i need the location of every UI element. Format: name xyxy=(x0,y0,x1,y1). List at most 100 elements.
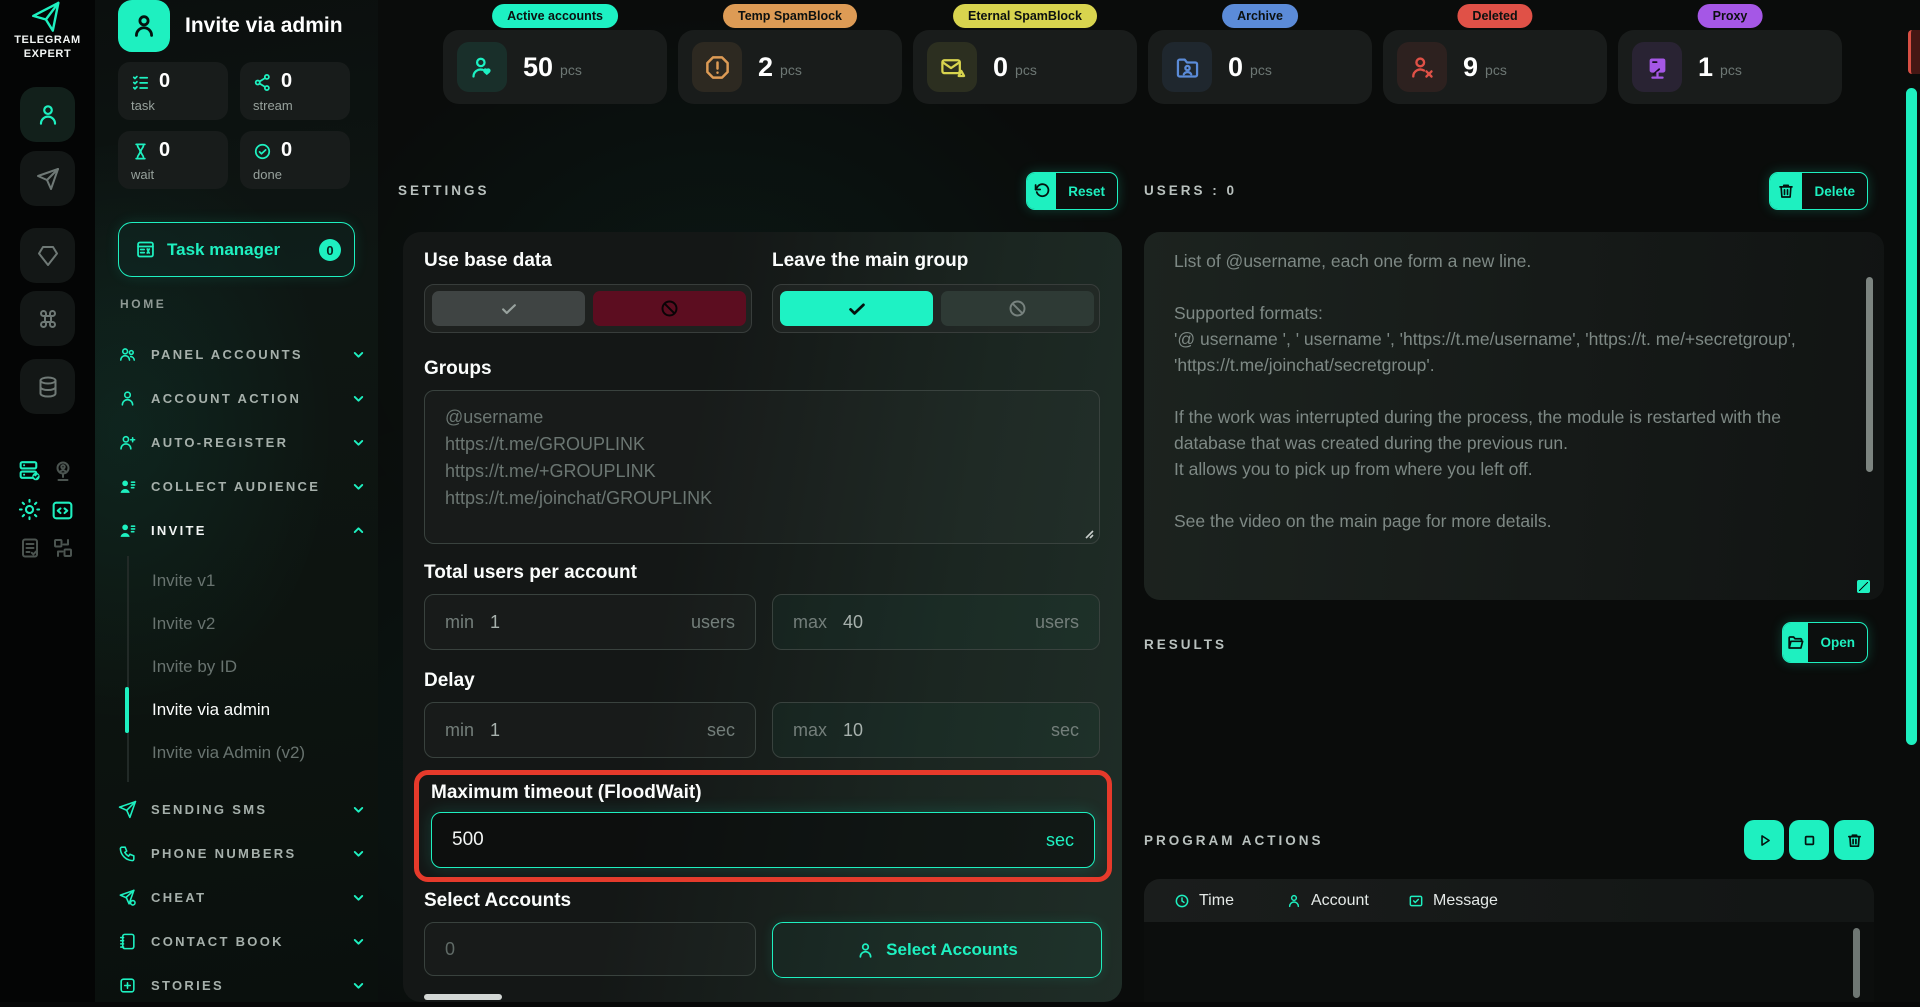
user-list-icon xyxy=(118,477,137,496)
use-base-data-toggle xyxy=(424,284,752,333)
delay-min-value: 1 xyxy=(490,719,501,740)
sidebar-item-contact-book[interactable]: CONTACT BOOK xyxy=(118,919,368,963)
chevron-down-icon xyxy=(351,890,366,905)
sidebar-subitem-invite-v1[interactable]: Invite v1 xyxy=(152,559,352,603)
gear-icon[interactable] xyxy=(17,497,42,522)
user-camera-icon[interactable] xyxy=(51,459,75,483)
stat-value: 9 xyxy=(1463,51,1479,82)
check-icon xyxy=(499,299,519,319)
chevron-down-icon xyxy=(351,347,366,362)
mail-warning-icon xyxy=(927,42,977,92)
leave-main-group-toggle xyxy=(772,284,1100,333)
program-actions-table: Time Account Message xyxy=(1144,879,1874,1002)
select-accounts-label: Select Accounts xyxy=(424,890,572,911)
stop-button[interactable] xyxy=(1789,820,1829,860)
sidebar-item-phone-numbers[interactable]: PHONE NUMBERS xyxy=(118,831,368,875)
sidebar-subitem-invite-v2[interactable]: Invite v2 xyxy=(152,602,352,646)
server-check-icon[interactable] xyxy=(17,458,42,483)
open-label: Open xyxy=(1820,635,1855,650)
proxy-icon xyxy=(1632,42,1682,92)
total-users-min-input[interactable]: min 1 users xyxy=(424,594,756,650)
counter-value: 0 xyxy=(159,70,171,92)
select-accounts-button[interactable]: Select Accounts xyxy=(772,922,1102,978)
counter-task: 0 task xyxy=(118,62,228,120)
sidebar-item-sending-sms[interactable]: SENDING SMS xyxy=(118,787,368,831)
chevron-down-icon xyxy=(351,846,366,861)
user-icon xyxy=(1286,893,1302,909)
use-base-data-yes[interactable] xyxy=(432,291,585,326)
play-button[interactable] xyxy=(1744,820,1784,860)
groups-textarea[interactable]: @username https://t.me/GROUPLINK https:/… xyxy=(424,390,1100,544)
window-scrollbar-thumb[interactable] xyxy=(1906,88,1917,745)
rail-premium-button[interactable] xyxy=(20,228,75,283)
clock-icon xyxy=(1174,893,1190,909)
sidebar-subitem-invite-via-admin[interactable]: Invite via admin xyxy=(152,688,352,732)
groups-label: Groups xyxy=(424,358,492,379)
users-section-title: USERS : 0 xyxy=(1144,183,1238,198)
delay-max-input[interactable]: max 10 sec xyxy=(772,702,1100,758)
open-button[interactable]: Open xyxy=(1782,622,1868,663)
resize-handle-icon[interactable] xyxy=(1082,527,1094,539)
chevron-down-icon xyxy=(351,391,366,406)
rail-accounts-button[interactable] xyxy=(20,87,75,142)
rail-database-button[interactable] xyxy=(20,359,75,414)
users-placeholder-line: Supported formats: xyxy=(1174,303,1323,323)
total-users-max-input[interactable]: max 40 users xyxy=(772,594,1100,650)
sidebar-item-collect-audience[interactable]: COLLECT AUDIENCE xyxy=(118,464,368,508)
delay-min-input[interactable]: min 1 sec xyxy=(424,702,756,758)
users-placeholder-line xyxy=(1174,378,1838,404)
sidebar-item-label: AUTO-REGISTER xyxy=(151,434,289,450)
sidebar-item-label: SENDING SMS xyxy=(151,801,268,817)
status-badge: Temp SpamBlock xyxy=(723,4,857,28)
use-base-data-no[interactable] xyxy=(593,291,746,326)
sidebar-item-account-action[interactable]: ACCOUNT ACTION xyxy=(118,376,368,420)
share-icon xyxy=(253,73,272,92)
sidebar-item-label: PANEL ACCOUNTS xyxy=(151,346,303,362)
min-prefix: min xyxy=(445,611,475,632)
floodwait-value: 500 xyxy=(452,829,484,850)
reset-label: Reset xyxy=(1068,183,1105,199)
select-accounts-count-input[interactable]: 0 xyxy=(424,922,756,976)
users-placeholder-line xyxy=(1174,482,1838,508)
sidebar-item-panel-accounts[interactable]: PANEL ACCOUNTS xyxy=(118,332,368,376)
reset-button[interactable]: Reset xyxy=(1026,172,1118,210)
sidebar-item-invite[interactable]: INVITE xyxy=(118,508,368,552)
max-prefix: max xyxy=(793,719,828,740)
sidebar-item-stories[interactable]: STORIES xyxy=(118,963,368,1007)
floodwait-input[interactable]: 500 sec xyxy=(431,812,1095,868)
code-window-icon[interactable] xyxy=(50,498,75,523)
users-scrollbar-thumb[interactable] xyxy=(1866,277,1873,472)
users-textarea[interactable]: List of @username, each one form a new l… xyxy=(1144,232,1884,600)
task-manager-button[interactable]: Task manager 0 xyxy=(118,222,355,277)
sidebar-subitem-invite-via-admin-v2[interactable]: Invite via Admin (v2) xyxy=(152,731,352,775)
clear-log-button[interactable] xyxy=(1834,820,1874,860)
users-placeholder-line: It allows you to pick up from where you … xyxy=(1174,459,1533,479)
table-scrollbar-thumb[interactable] xyxy=(1853,928,1860,998)
command-icon xyxy=(36,307,60,331)
rail-command-button[interactable] xyxy=(20,291,75,346)
sidebar-item-auto-register[interactable]: AUTO-REGISTER xyxy=(118,420,368,464)
stat-card-active-accounts: Active accounts 50 pcs xyxy=(443,4,667,104)
user-heart-icon xyxy=(457,42,507,92)
sidebar-item-cheat[interactable]: CHEAT xyxy=(118,875,368,919)
rail-send-button[interactable] xyxy=(20,151,75,206)
swap-layout-icon[interactable] xyxy=(51,536,75,560)
sidebar-subitem-invite-by-id[interactable]: Invite by ID xyxy=(152,645,352,689)
delete-button[interactable]: Delete xyxy=(1769,172,1868,210)
clipped-stat-card-edge xyxy=(1908,30,1920,74)
stat-card-eternal-spamblock: Eternal SpamBlock 0 pcs xyxy=(913,4,1137,104)
status-badge: Active accounts xyxy=(492,4,618,28)
groups-placeholder-line: https://t.me/joinchat/GROUPLINK xyxy=(445,488,713,508)
alert-octagon-icon xyxy=(692,42,742,92)
leave-main-group-yes[interactable] xyxy=(780,291,933,326)
phone-icon xyxy=(118,844,137,863)
leave-main-group-no[interactable] xyxy=(941,291,1094,326)
app-window: TELEGRAM EXPERT Invite via admin 0 task … xyxy=(0,0,1920,1002)
document-check-icon[interactable] xyxy=(18,536,42,560)
use-base-data-label: Use base data xyxy=(424,250,552,271)
stat-unit: pcs xyxy=(1720,62,1742,78)
stat-unit: pcs xyxy=(780,62,802,78)
users-resize-handle[interactable] xyxy=(1857,580,1870,593)
total-users-label: Total users per account xyxy=(424,562,637,583)
stat-unit: pcs xyxy=(1015,62,1037,78)
